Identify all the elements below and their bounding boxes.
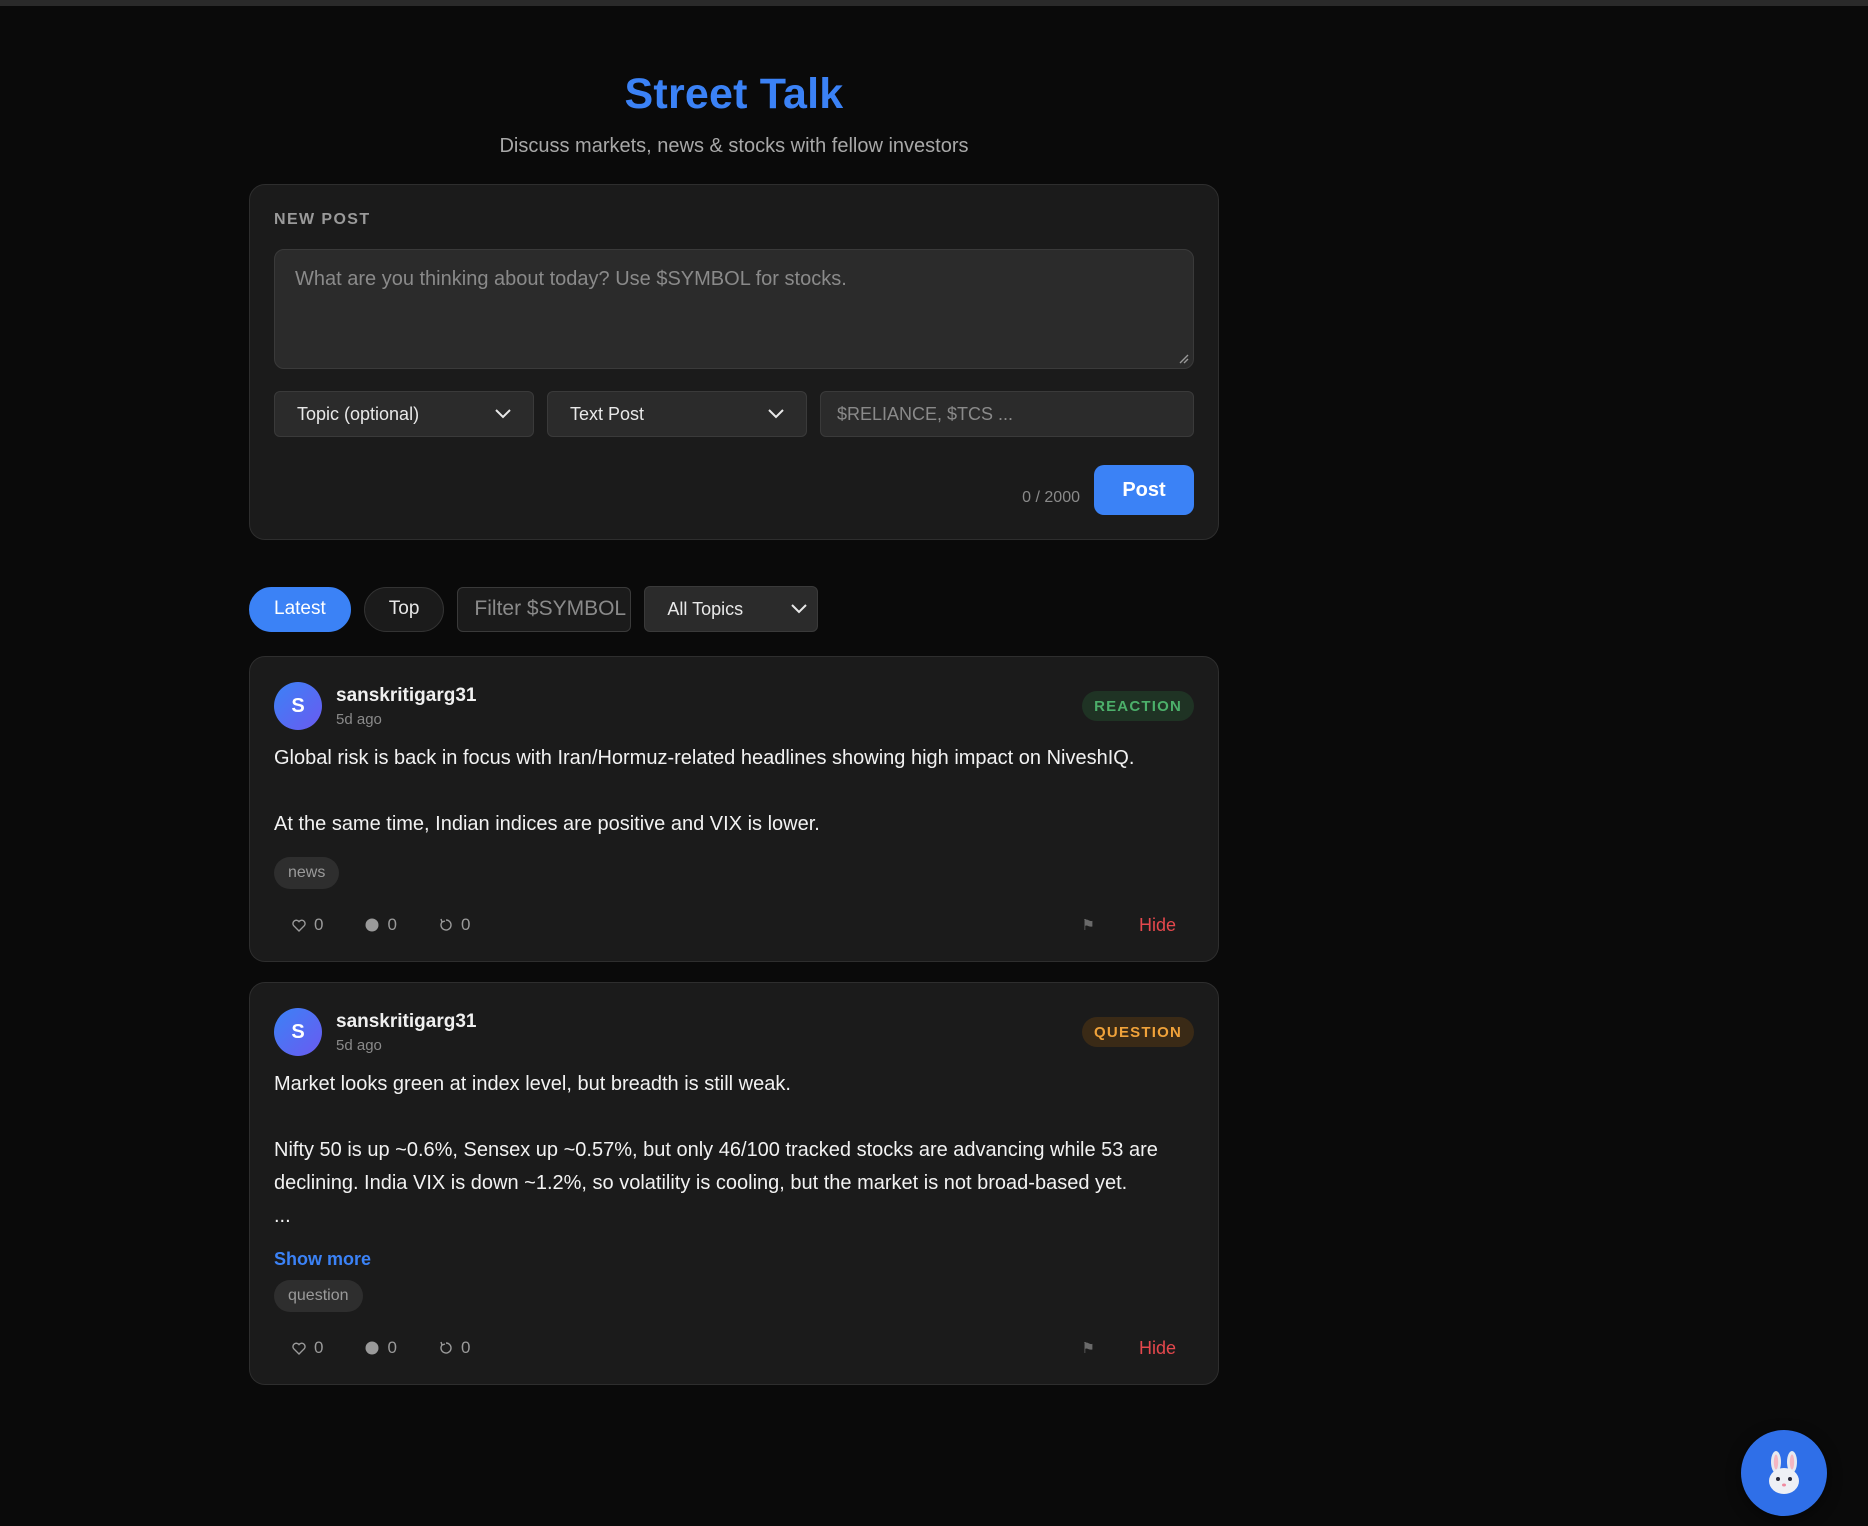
post-tag[interactable]: question	[274, 1280, 363, 1312]
page-header: Street Talk Discuss markets, news & stoc…	[249, 0, 1219, 158]
post-type-badge: REACTION	[1082, 691, 1194, 721]
like-button[interactable]: 0	[292, 915, 323, 935]
post-author[interactable]: sanskritigarg31	[336, 685, 476, 707]
new-post-card: NEW POST What are you thinking about tod…	[249, 184, 1219, 540]
like-button[interactable]: 0	[292, 1338, 323, 1358]
comment-count: 0	[387, 1338, 397, 1357]
avatar[interactable]: S	[274, 1008, 322, 1056]
main-column: Street Talk Discuss markets, news & stoc…	[249, 0, 1219, 1385]
post-card: S sanskritigarg31 5d ago QUESTION Market…	[249, 982, 1219, 1385]
post-actions: 0 0 0 ⚑ Hide	[274, 907, 1194, 943]
repost-count: 0	[460, 915, 471, 934]
repost-icon	[440, 918, 452, 931]
symbol-filter-input[interactable]: Filter $SYMBOL	[457, 586, 632, 632]
repost-icon	[440, 1341, 452, 1354]
post-body: Market looks green at index level, but b…	[274, 1073, 1158, 1227]
repost-button[interactable]: 0	[439, 1338, 470, 1358]
symbol-filter-placeholder: Filter $SYMBOL	[474, 597, 627, 620]
hide-button[interactable]: Hide	[1139, 1338, 1176, 1359]
like-count: 0	[314, 1338, 324, 1357]
chevron-down-icon	[495, 409, 511, 419]
post-author[interactable]: sanskritigarg31	[336, 1011, 476, 1033]
comment-icon	[365, 1341, 379, 1355]
rabbit-icon	[1769, 1451, 1799, 1494]
post-tag[interactable]: news	[274, 857, 340, 889]
heart-icon	[292, 919, 306, 932]
symbols-input[interactable]: $RELIANCE, $TCS ...	[820, 391, 1194, 437]
page-subtitle: Discuss markets, news & stocks with fell…	[499, 135, 969, 157]
post-author-block: sanskritigarg31 5d ago	[336, 685, 476, 728]
post-card: S sanskritigarg31 5d ago REACTION Global…	[249, 656, 1219, 962]
show-more-link[interactable]: Show more	[274, 1249, 1194, 1270]
comment-icon	[365, 918, 379, 932]
post-header: S sanskritigarg31 5d ago	[274, 682, 1194, 730]
post-type-select[interactable]: Text Post	[547, 391, 807, 437]
assistant-fab-button[interactable]	[1741, 1430, 1827, 1516]
post-tags: question	[274, 1280, 1194, 1312]
post-body: Global risk is back in focus with Iran/H…	[274, 747, 1135, 835]
chevron-down-icon	[768, 409, 784, 419]
top-tab[interactable]: Top	[363, 586, 445, 632]
hide-button[interactable]: Hide	[1139, 915, 1176, 936]
latest-tab[interactable]: Latest	[249, 586, 351, 632]
new-post-label: NEW POST	[274, 211, 371, 228]
post-textarea-placeholder: What are you thinking about today? Use $…	[295, 268, 847, 290]
page-title: Street Talk	[624, 70, 844, 118]
flag-icon[interactable]: ⚑	[1082, 1339, 1095, 1357]
topics-filter-select[interactable]: All Topics	[644, 586, 819, 632]
flag-icon[interactable]: ⚑	[1082, 916, 1095, 934]
post-time: 5d ago	[336, 1036, 382, 1054]
post-controls: Topic (optional) Text Post $RELIANCE, $T…	[274, 391, 1194, 437]
resize-handle-icon[interactable]	[1177, 352, 1189, 364]
post-header: S sanskritigarg31 5d ago	[274, 1008, 1194, 1056]
comment-button[interactable]: 0	[365, 915, 397, 935]
post-type-badge: QUESTION	[1082, 1017, 1194, 1047]
post-button[interactable]: Post	[1094, 465, 1194, 515]
feed-filters: Latest Top Filter $SYMBOL All Topics	[249, 586, 1219, 632]
comment-count: 0	[387, 915, 397, 934]
post-time: 5d ago	[336, 710, 382, 728]
comment-button[interactable]: 0	[365, 1338, 397, 1358]
composer-footer: 0 / 2000 Post	[1022, 465, 1194, 515]
topic-select-value: Topic (optional)	[297, 403, 420, 424]
like-count: 0	[314, 915, 324, 934]
chevron-down-icon	[791, 604, 808, 614]
repost-button[interactable]: 0	[439, 915, 470, 935]
symbols-input-placeholder: $RELIANCE, $TCS ...	[837, 403, 1014, 424]
char-counter: 0 / 2000	[1022, 489, 1080, 506]
heart-icon	[292, 1342, 306, 1355]
post-tags: news	[274, 857, 1194, 889]
topic-select[interactable]: Topic (optional)	[274, 391, 534, 437]
post-author-block: sanskritigarg31 5d ago	[336, 1011, 476, 1054]
topics-filter-value: All Topics	[667, 598, 744, 619]
post-actions: 0 0 0 ⚑ Hide	[274, 1330, 1194, 1366]
post-textarea[interactable]: What are you thinking about today? Use $…	[274, 249, 1194, 369]
avatar[interactable]: S	[274, 682, 322, 730]
repost-count: 0	[460, 1338, 471, 1357]
post-type-select-value: Text Post	[570, 403, 645, 424]
